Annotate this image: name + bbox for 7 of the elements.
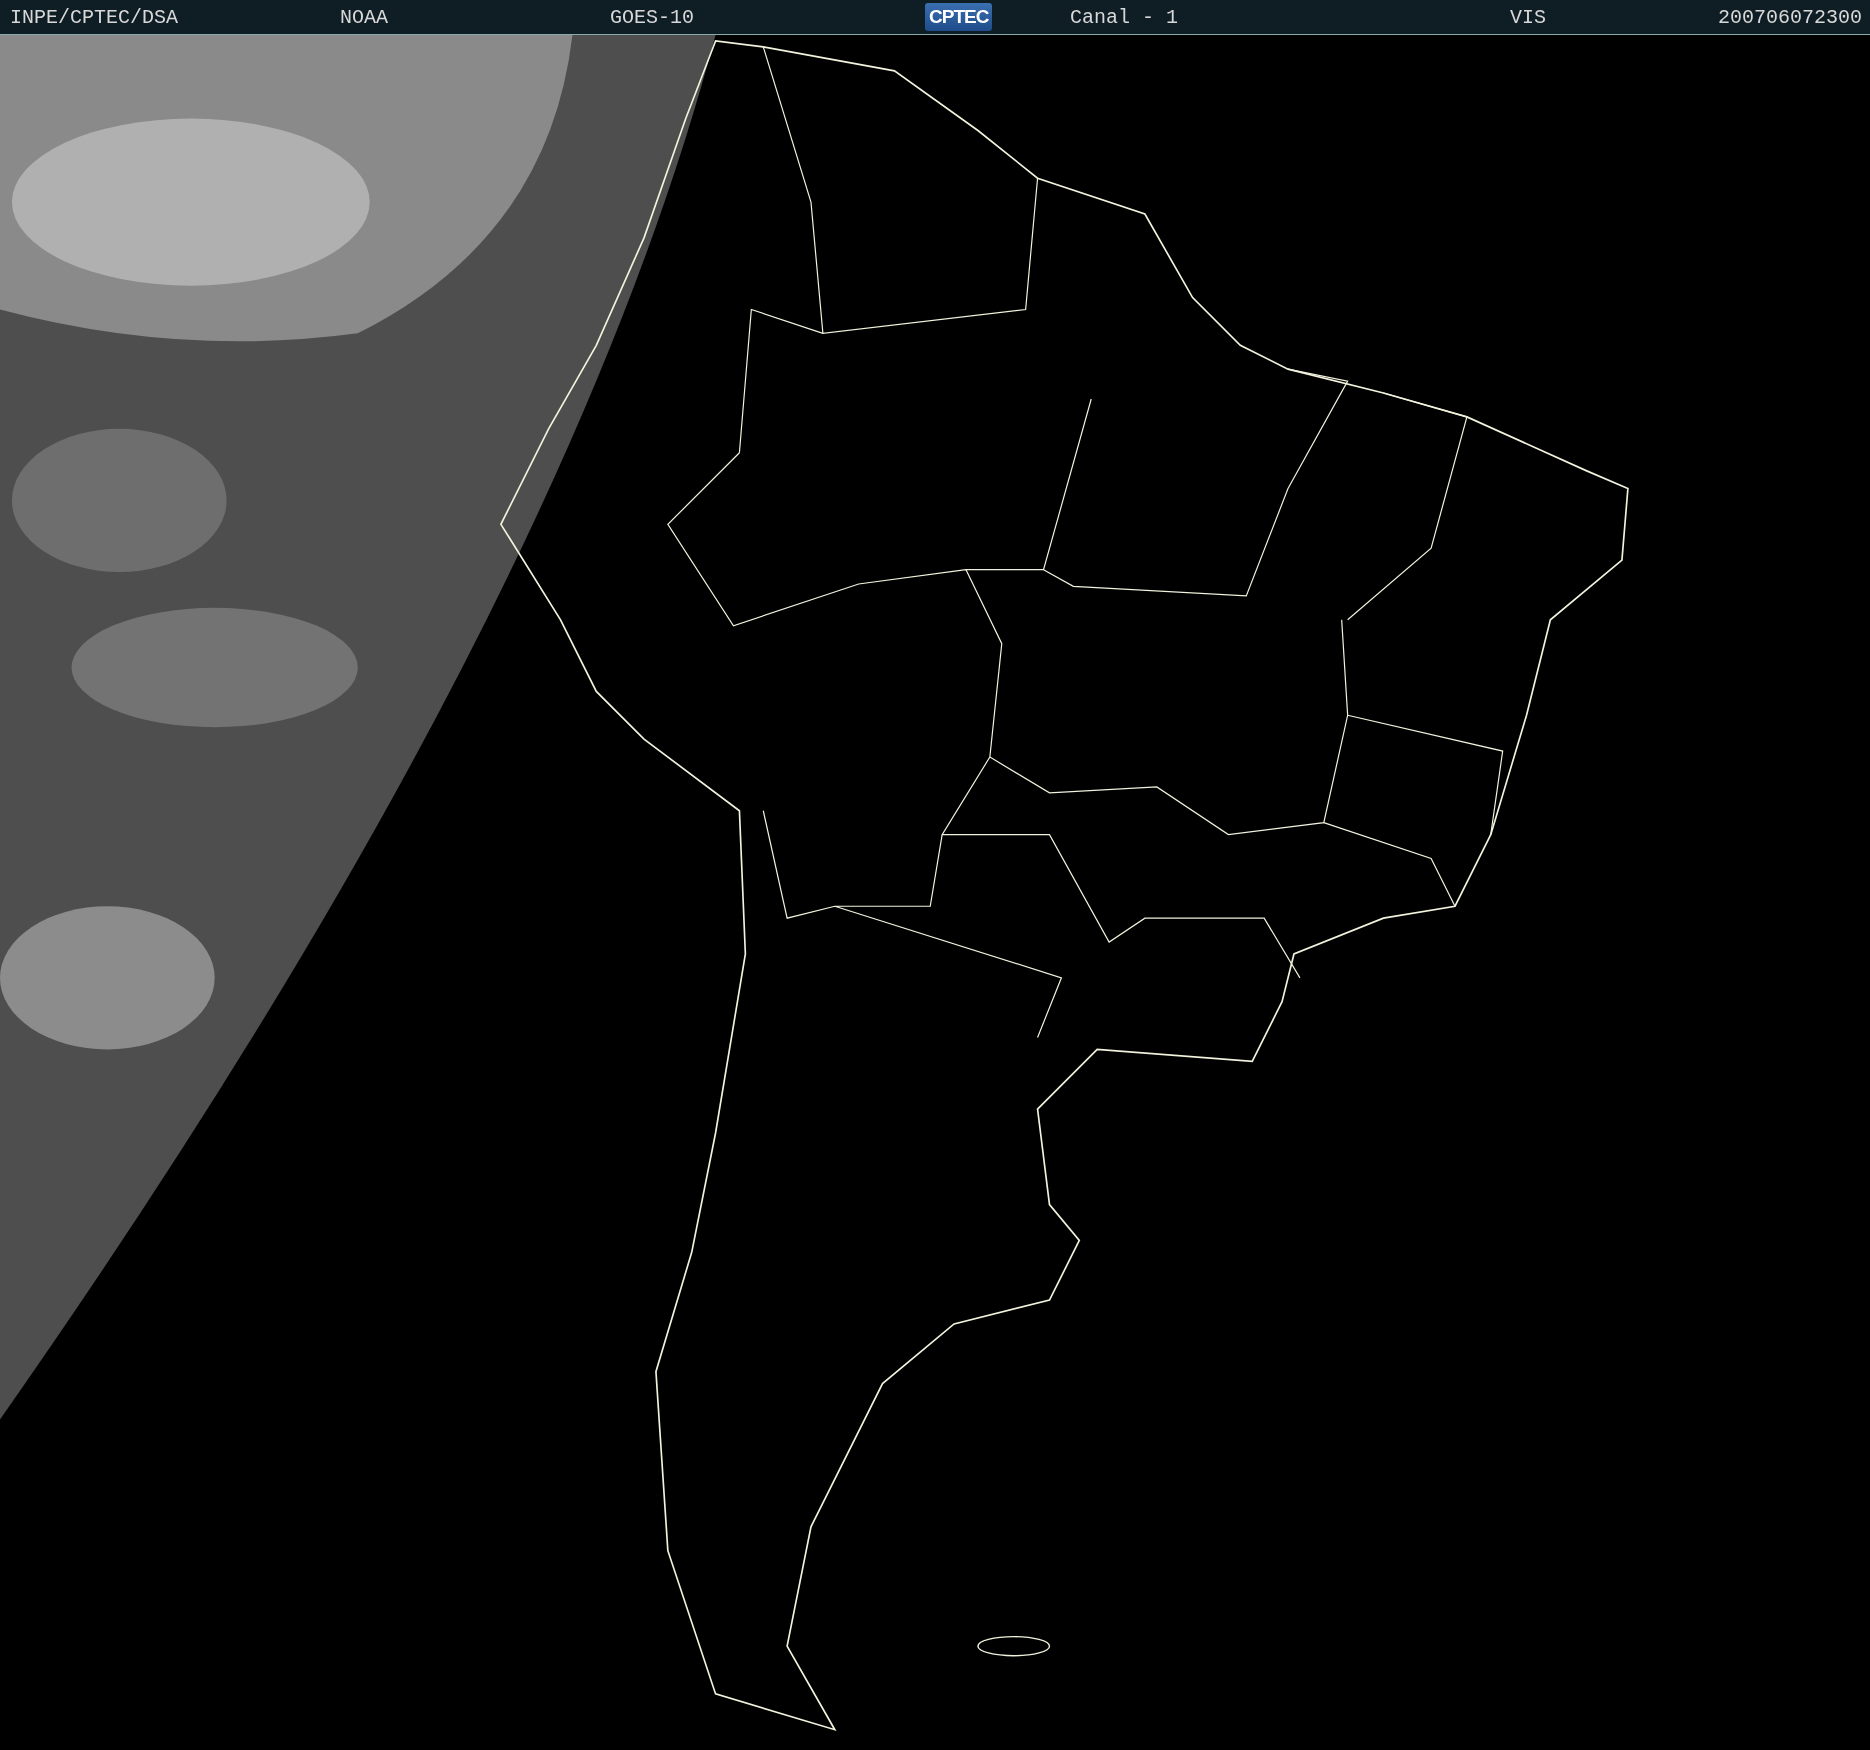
header-label: GOES-10: [610, 5, 695, 29]
header-label: 200706072300: [1717, 5, 1862, 29]
header-label: Canal - 1: [1070, 5, 1180, 29]
logo: CPTEC: [925, 3, 993, 31]
header-label: INPE/CPTEC/DSA: [10, 5, 180, 29]
header-label: VIS: [1510, 5, 1547, 29]
header-label: NOAA: [340, 5, 389, 29]
